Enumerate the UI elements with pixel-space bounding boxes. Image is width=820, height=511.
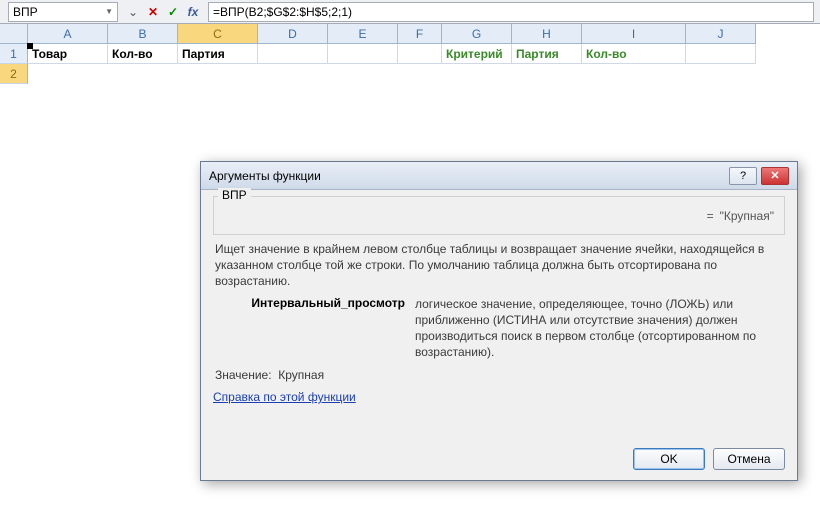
column-header-D[interactable]: D [258, 24, 328, 44]
cell-H1[interactable]: Партия [512, 44, 582, 64]
function-arguments-dialog: Аргументы функции ? ✕ ВПР = "Крупная" Ищ… [200, 161, 798, 481]
select-all-corner[interactable] [0, 24, 28, 44]
accept-formula-icon[interactable]: ✓ [164, 3, 182, 21]
value-result: Крупная [278, 368, 324, 382]
cell-I1[interactable]: Кол-во [582, 44, 686, 64]
cell-C1[interactable]: Партия [178, 44, 258, 64]
column-header-I[interactable]: I [582, 24, 686, 44]
formula-input[interactable]: =ВПР(B2;$G$2:$H$5;2;1) [208, 2, 814, 22]
column-header-H[interactable]: H [512, 24, 582, 44]
formula-bar: ВПР ▼ ⌄ ✕ ✓ fx =ВПР(B2;$G$2:$H$5;2;1) [0, 0, 820, 24]
value-label: Значение: [215, 368, 272, 382]
cell-G1[interactable]: Критерий [442, 44, 512, 64]
column-header-B[interactable]: B [108, 24, 178, 44]
dropdown-icon: ▼ [105, 7, 113, 16]
overall-result: "Крупная" [720, 209, 774, 223]
help-link[interactable]: Справка по этой функции [213, 390, 356, 404]
ok-button[interactable]: OK [633, 448, 705, 470]
cell-J1[interactable] [686, 44, 756, 64]
row-header-1[interactable]: 1 [0, 44, 28, 64]
column-header-J[interactable]: J [686, 24, 756, 44]
fx-icon[interactable]: fx [184, 3, 202, 21]
equals-label: = [707, 209, 714, 223]
arg-help-label: Интервальный_просмотр [215, 296, 415, 361]
name-box-text: ВПР [13, 5, 38, 19]
arg-help-text: логическое значение, определяющее, точно… [415, 296, 783, 361]
name-box[interactable]: ВПР ▼ [8, 2, 118, 22]
column-header-G[interactable]: G [442, 24, 512, 44]
cell-B1[interactable]: Кол-во [108, 44, 178, 64]
column-header-F[interactable]: F [398, 24, 442, 44]
cell-D1[interactable] [258, 44, 328, 64]
row-header-2[interactable]: 2 [0, 64, 28, 84]
spreadsheet-grid: 12 ABCDEFGHIJ ТоварКол-воПартияКритерийП… [0, 24, 820, 84]
cell-F1[interactable] [398, 44, 442, 64]
cell-E1[interactable] [328, 44, 398, 64]
dialog-titlebar[interactable]: Аргументы функции ? ✕ [201, 162, 797, 190]
expand-icon[interactable]: ⌄ [124, 3, 142, 21]
column-header-E[interactable]: E [328, 24, 398, 44]
cancel-button[interactable]: Отмена [713, 448, 785, 470]
dialog-help-button[interactable]: ? [729, 167, 757, 185]
dialog-title: Аргументы функции [209, 169, 321, 183]
dialog-close-button[interactable]: ✕ [761, 167, 789, 185]
function-name-label: ВПР [218, 188, 251, 202]
cell-A1[interactable]: Товар [28, 44, 108, 64]
function-description: Ищет значение в крайнем левом столбце та… [215, 241, 783, 290]
column-header-A[interactable]: A [28, 24, 108, 44]
cancel-formula-icon[interactable]: ✕ [144, 3, 162, 21]
formula-text: =ВПР(B2;$G$2:$H$5;2;1) [213, 5, 352, 19]
column-header-C[interactable]: C [178, 24, 258, 44]
